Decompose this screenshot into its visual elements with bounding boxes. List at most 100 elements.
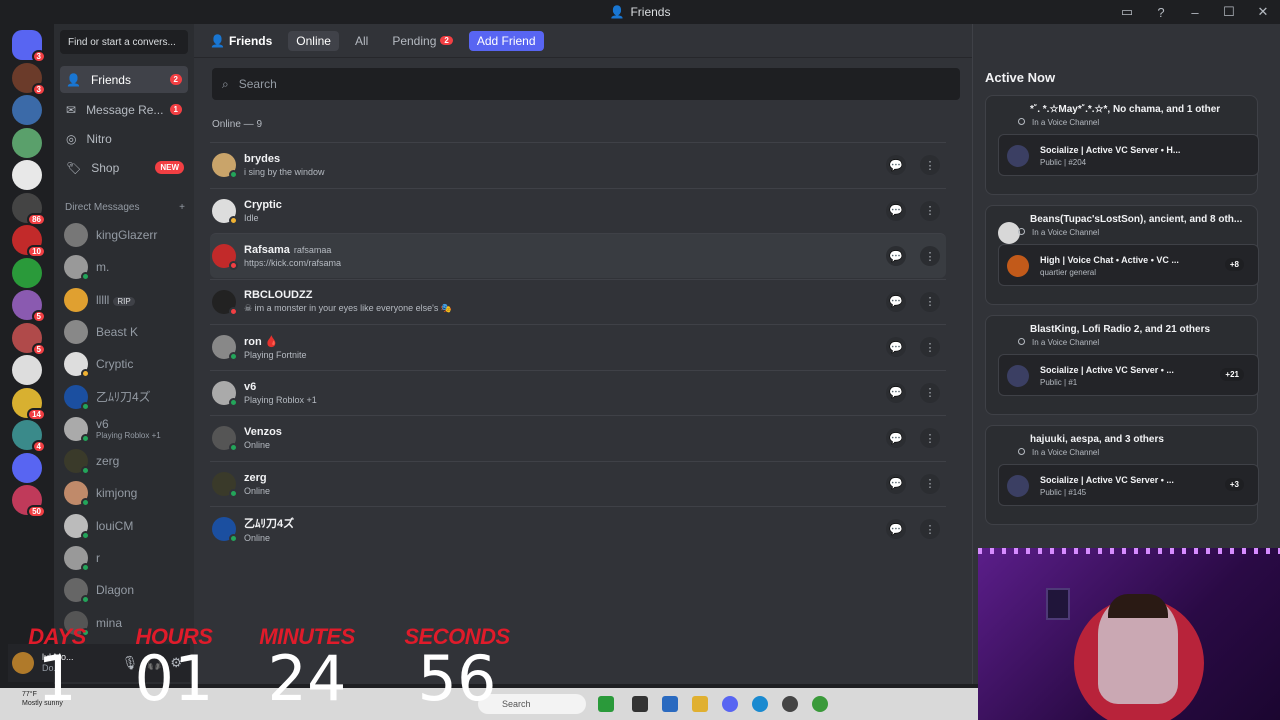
friend-row[interactable]: zerg Online 💬 ⋮ [210, 460, 946, 506]
app-icon[interactable] [662, 696, 678, 712]
voice-channel-box[interactable]: Socialize | Active VC Server • ... Public… [998, 464, 1259, 506]
friend-row[interactable]: Rafsama rafsamaa https://kick.com/rafsama 💬… [210, 233, 946, 278]
active-now-card[interactable]: hajuuki, aespa, and 3 others In a Voice C… [985, 425, 1259, 525]
edge-icon[interactable] [752, 696, 768, 712]
server-icon[interactable]: 10 [12, 225, 46, 258]
friend-row[interactable]: RBCLOUDZZ ☠ im a monster in your eyes lik… [210, 278, 946, 324]
message-icon[interactable]: 💬 [886, 155, 906, 175]
nav-message-requests[interactable]: ✉ Message Re... 1 [60, 96, 188, 123]
active-now-card[interactable]: BlastKing, Lofi Radio 2, and 21 others In… [985, 315, 1259, 415]
server-icon[interactable]: 5 [12, 290, 46, 323]
active-now-card[interactable]: Beans(Tupac'sLostSon), ancient, and 8 ot… [985, 205, 1259, 305]
discord-icon[interactable] [722, 696, 738, 712]
chrome-icon[interactable] [812, 696, 828, 712]
server-icon[interactable]: 4 [12, 420, 46, 453]
server-icon[interactable] [12, 452, 42, 483]
dm-text: m. [96, 260, 109, 274]
server-icon[interactable] [12, 127, 42, 158]
friend-row[interactable]: brydes i sing by the window 💬 ⋮ [210, 142, 946, 187]
message-icon[interactable]: 💬 [886, 246, 906, 266]
server-icon[interactable] [12, 257, 42, 288]
server-icon[interactable] [12, 355, 42, 385]
app-icon[interactable] [782, 696, 798, 712]
inbox-icon[interactable]: ▭ [1110, 0, 1144, 24]
tab-all[interactable]: All [347, 31, 376, 51]
dm-item[interactable]: lllll RIP [64, 286, 190, 314]
friend-name: v6 [244, 380, 257, 393]
message-icon[interactable]: 💬 [886, 428, 906, 448]
server-icon[interactable]: 86 [12, 192, 46, 226]
add-dm-icon[interactable]: + [179, 202, 185, 213]
close-button[interactable]: ✕ [1246, 0, 1280, 24]
dm-text: 乙ﾑﾘ刀4ズ [96, 388, 151, 405]
friend-row[interactable]: v6 Playing Roblox +1 💬 ⋮ [210, 369, 946, 415]
server-icon[interactable]: 50 [12, 485, 46, 518]
status-dot [81, 530, 90, 540]
nav-friends[interactable]: 👤 Friends 2 [60, 66, 188, 93]
tab-online[interactable]: Online [288, 30, 339, 51]
friend-row[interactable]: Venzos Online 💬 ⋮ [210, 415, 946, 460]
dm-item[interactable]: zerg [64, 447, 190, 476]
server-icon[interactable]: 5 [12, 322, 46, 356]
tab-bar: 👤 Friends Online All Pending 2 Add Friend [194, 24, 972, 58]
more-options-icon[interactable]: ⋮ [920, 337, 940, 357]
more-options-icon[interactable]: ⋮ [920, 382, 940, 403]
message-icon[interactable]: 💬 [886, 291, 906, 312]
server-icon[interactable] [12, 160, 42, 190]
dm-item[interactable]: Beast K [64, 318, 190, 346]
friend-row[interactable]: 乙ﾑﾘ刀4ズ Online 💬 ⋮ [210, 506, 946, 551]
help-icon[interactable]: ? [1144, 0, 1178, 24]
friend-row[interactable]: Cryptic Idle 💬 ⋮ [210, 187, 946, 233]
dm-activity: Playing Roblox +1 [96, 431, 161, 441]
dm-item[interactable]: v6 Playing Roblox +1 [64, 415, 190, 443]
app-icon[interactable] [632, 696, 648, 712]
folder-icon[interactable] [692, 696, 708, 712]
dm-item[interactable]: Cryptic [64, 350, 190, 379]
dm-item[interactable]: kimjong [64, 479, 190, 508]
message-icon[interactable]: 💬 [886, 519, 906, 539]
more-options-icon[interactable]: ⋮ [920, 155, 940, 175]
dm-item[interactable]: Dlagon [64, 576, 190, 605]
more-options-icon[interactable]: ⋮ [920, 246, 940, 266]
nav-shop[interactable]: 🏷 Shop NEW [60, 154, 188, 181]
friend-name-line: Rafsama rafsamaa [244, 244, 341, 256]
status-dot [81, 563, 90, 572]
dm-item[interactable]: 乙ﾑﾘ刀4ズ [64, 383, 190, 411]
voice-channel-box[interactable]: Socialize | Active VC Server • H... Publi… [998, 134, 1259, 176]
server-icon[interactable] [12, 95, 42, 125]
more-options-icon[interactable]: ⋮ [920, 200, 940, 221]
conversation-search[interactable]: Find or start a convers... [60, 30, 188, 54]
voice-channel-box[interactable]: Socialize | Active VC Server • ... Public… [998, 354, 1259, 396]
active-now-card[interactable]: *˚. *.☆May*˚.*.☆*, No chama, and 1 other… [985, 95, 1259, 195]
friends-search-input[interactable]: ⌕ Search [212, 68, 960, 100]
dm-item[interactable]: r [64, 544, 190, 572]
server-icon[interactable]: 3 [12, 62, 46, 96]
avatar [64, 546, 90, 572]
more-options-icon[interactable]: ⋮ [920, 519, 940, 539]
friend-row[interactable]: ron 🩸 Playing Fortnite 💬 ⋮ [210, 324, 946, 369]
server-icon[interactable]: 3 [12, 30, 46, 63]
add-friend-button[interactable]: Add Friend [468, 30, 544, 51]
avatar [64, 449, 90, 476]
card-status: In a Voice Channel [1032, 228, 1100, 237]
app-icon[interactable] [598, 696, 614, 712]
dm-item[interactable]: m. [64, 253, 190, 282]
more-options-icon[interactable]: ⋮ [920, 428, 940, 448]
minimize-button[interactable]: – [1178, 0, 1212, 24]
dm-item[interactable]: kingGlazerr [64, 221, 190, 249]
maximize-button[interactable]: ☐ [1212, 0, 1246, 24]
more-options-icon[interactable]: ⋮ [920, 291, 940, 312]
server-name: High | Voice Chat • Active • VC ... [1040, 255, 1179, 265]
server-icon[interactable]: 14 [12, 387, 46, 421]
dm-item[interactable]: louiCM [64, 512, 190, 540]
more-options-icon[interactable]: ⋮ [920, 473, 940, 494]
message-icon[interactable]: 💬 [886, 337, 906, 357]
tab-pending[interactable]: Pending 2 [384, 31, 461, 51]
message-icon[interactable]: 💬 [886, 473, 906, 494]
voice-channel-box[interactable]: High | Voice Chat • Active • VC ... quart… [998, 244, 1259, 286]
nav-nitro[interactable]: ◎ Nitro [60, 125, 188, 152]
avatar [64, 352, 90, 379]
message-icon[interactable]: 💬 [886, 382, 906, 403]
message-icon[interactable]: 💬 [886, 200, 906, 221]
friend-text: Cryptic Idle [244, 199, 282, 223]
